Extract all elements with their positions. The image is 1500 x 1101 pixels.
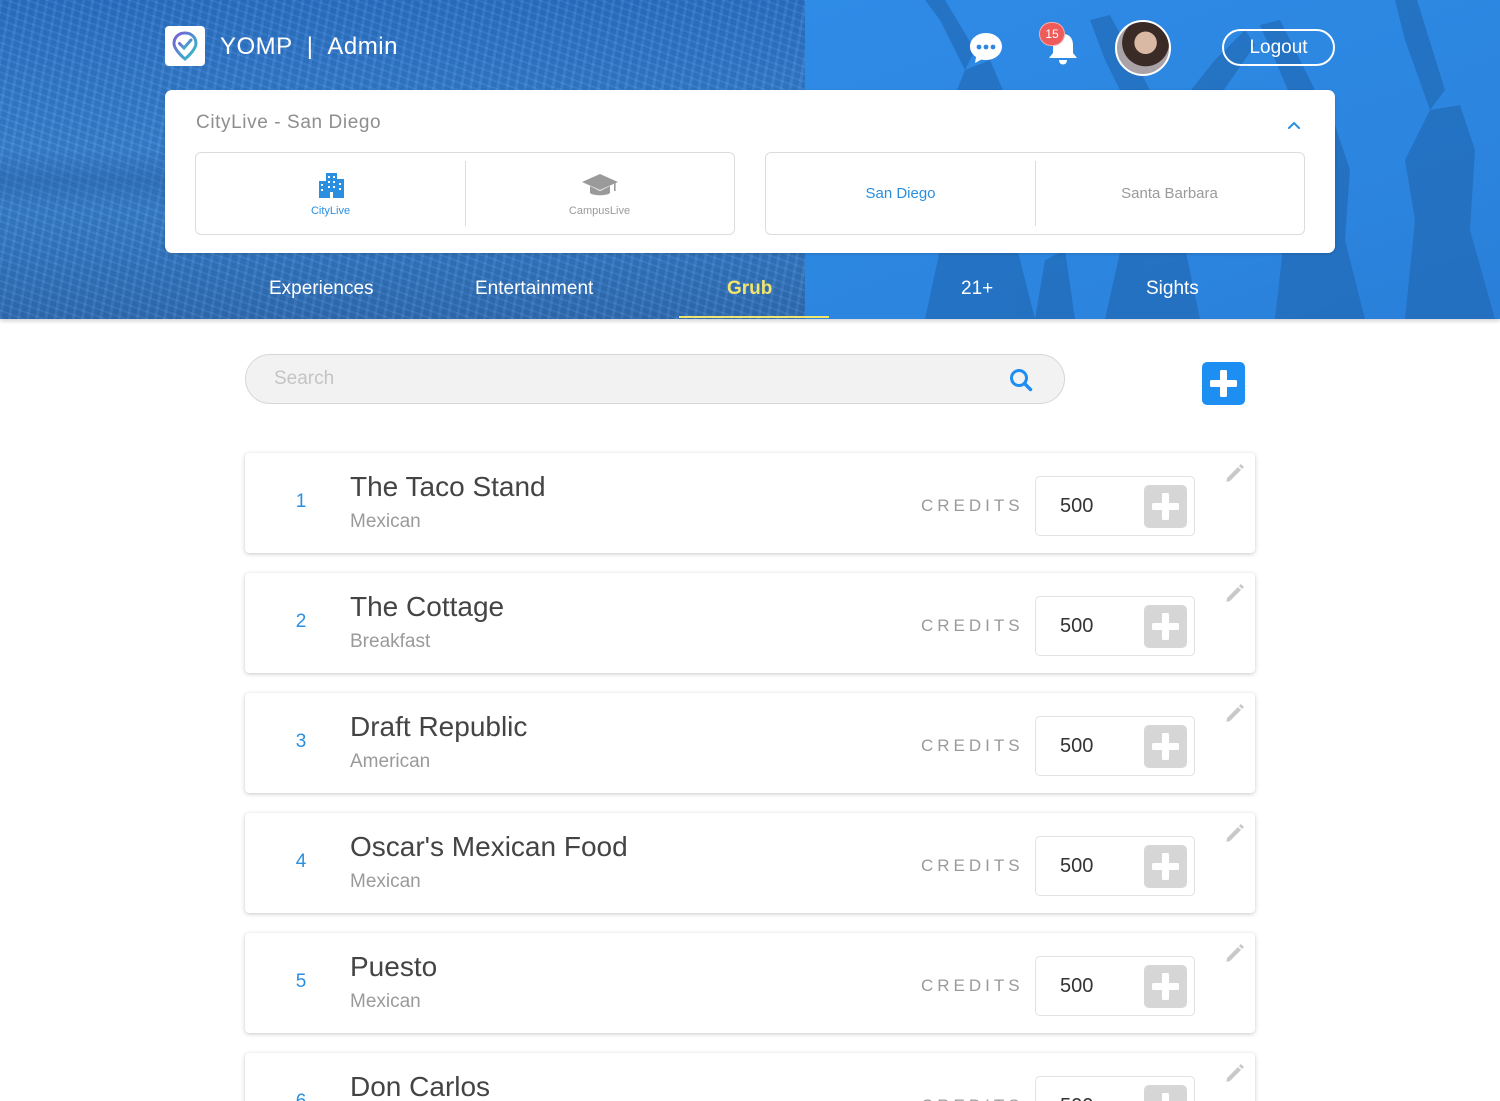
plus-icon (1152, 733, 1179, 760)
list-item: 2 The Cottage Breakfast CREDITS 500 (245, 573, 1255, 673)
list-item: 6 Don Carlos CREDITS 500 (245, 1053, 1255, 1101)
map-pin-check-icon (172, 31, 198, 61)
mode-selector: CityLive CampusLive (195, 152, 735, 235)
edit-pencil-icon[interactable] (1223, 941, 1247, 965)
edit-pencil-icon[interactable] (1223, 461, 1247, 485)
search-icon[interactable] (1008, 367, 1034, 393)
tab-grub[interactable]: Grub (727, 278, 772, 300)
list-item-name: Puesto (350, 951, 438, 982)
credits-value: 500 (1060, 735, 1094, 757)
brand-name: YOMP (220, 33, 293, 60)
category-tabs: Experiences Entertainment Grub 21+ Sight… (0, 262, 1500, 319)
credits-label: CREDITS (921, 976, 1024, 995)
plus-icon (1152, 613, 1179, 640)
credits-value: 500 (1060, 855, 1094, 877)
credits-field[interactable]: 500 (1035, 956, 1195, 1016)
tab-21-plus[interactable]: 21+ (961, 278, 993, 300)
edit-pencil-icon[interactable] (1223, 581, 1247, 605)
mode-label-citylive: CityLive (310, 204, 351, 217)
credits-field[interactable]: 500 (1035, 476, 1195, 536)
graduation-cap-icon (581, 173, 618, 195)
mode-option-citylive[interactable]: CityLive (196, 153, 465, 234)
city-label-san-diego: San Diego (865, 185, 936, 202)
add-item-button[interactable] (1202, 362, 1245, 405)
user-avatar[interactable] (1115, 20, 1171, 76)
credits-value: 500 (1060, 495, 1094, 517)
list-item: 4 Oscar's Mexican Food Mexican CREDITS 5… (245, 813, 1255, 913)
list-item-index: 5 (295, 971, 307, 992)
edit-pencil-icon[interactable] (1223, 701, 1247, 725)
credits-field[interactable]: 500 (1035, 836, 1195, 896)
city-icon (318, 172, 344, 198)
location-selector-card: CityLive - San Diego CityLive CampusLive… (165, 90, 1335, 253)
list-item: 5 Puesto Mexican CREDITS 500 (245, 933, 1255, 1033)
add-credits-button[interactable] (1144, 725, 1187, 768)
tab-sights[interactable]: Sights (1146, 278, 1199, 300)
city-label-santa-barbara: Santa Barbara (1121, 185, 1218, 202)
list-item-name: Oscar's Mexican Food (350, 831, 628, 862)
location-title: CityLive - San Diego (196, 112, 382, 133)
brand-title: YOMP | Admin (220, 30, 398, 64)
brand-separator: | (306, 33, 314, 60)
logout-button[interactable]: Logout (1222, 29, 1335, 66)
add-credits-button[interactable] (1144, 605, 1187, 648)
collapse-chevron-up-icon[interactable] (1286, 116, 1302, 129)
credits-field[interactable]: 500 (1035, 1076, 1195, 1101)
list-item-name: The Cottage (350, 591, 505, 622)
credits-label: CREDITS (921, 496, 1024, 515)
city-option-santa-barbara[interactable]: Santa Barbara (1035, 153, 1304, 234)
tab-entertainment[interactable]: Entertainment (475, 278, 593, 300)
add-credits-button[interactable] (1144, 845, 1187, 888)
list-item-index: 6 (291, 1091, 311, 1101)
notification-count-badge: 15 (1039, 22, 1065, 46)
brand-section: Admin (327, 33, 398, 60)
list-item-name: Draft Republic (350, 711, 528, 742)
list-item-category: Mexican (350, 991, 421, 1012)
list-item-name: The Taco Stand (350, 471, 546, 502)
credits-label: CREDITS (921, 616, 1024, 635)
list-item-category: Mexican (350, 871, 421, 892)
list-item-index: 2 (295, 611, 307, 632)
active-tab-underline (679, 316, 829, 318)
yomp-logo[interactable] (165, 26, 205, 66)
search-input[interactable] (274, 355, 1014, 403)
list-item-index: 4 (295, 851, 307, 872)
plus-icon (1152, 853, 1179, 880)
list-item-index: 3 (295, 731, 307, 752)
list-item-index: 1 (295, 491, 307, 512)
list-item: 3 Draft Republic American CREDITS 500 (245, 693, 1255, 793)
add-credits-button[interactable] (1144, 485, 1187, 528)
mode-label-campuslive: CampusLive (568, 204, 631, 217)
edit-pencil-icon[interactable] (1223, 821, 1247, 845)
credits-label: CREDITS (921, 1096, 1024, 1101)
plus-icon (1162, 1093, 1169, 1101)
list-item-category: Breakfast (350, 631, 431, 652)
header: YOMP | Admin 15 Logout CityLive - San Di… (0, 0, 1500, 319)
credits-label: CREDITS (921, 736, 1024, 755)
credits-value: 500 (1060, 1095, 1093, 1101)
list-item-category: Mexican (350, 511, 421, 532)
add-credits-button[interactable] (1144, 965, 1187, 1008)
plus-icon (1152, 973, 1179, 1000)
list-item-category: American (350, 751, 431, 772)
edit-pencil-icon[interactable] (1223, 1061, 1247, 1085)
search-bar (245, 354, 1065, 404)
city-option-san-diego[interactable]: San Diego (766, 153, 1035, 234)
credits-field[interactable]: 500 (1035, 596, 1195, 656)
credits-value: 500 (1060, 975, 1094, 997)
add-credits-button[interactable] (1144, 1085, 1187, 1101)
mode-option-campuslive[interactable]: CampusLive (465, 153, 734, 234)
city-selector: San Diego Santa Barbara (765, 152, 1305, 235)
plus-icon (1152, 493, 1179, 520)
list-item: 1 The Taco Stand Mexican CREDITS 500 (245, 453, 1255, 553)
credits-field[interactable]: 500 (1035, 716, 1195, 776)
tab-experiences[interactable]: Experiences (269, 278, 374, 300)
plus-icon (1210, 370, 1237, 397)
list-item-name: Don Carlos (350, 1071, 491, 1101)
credits-label: CREDITS (921, 856, 1024, 875)
chat-icon[interactable] (968, 30, 1004, 66)
credits-value: 500 (1060, 615, 1094, 637)
